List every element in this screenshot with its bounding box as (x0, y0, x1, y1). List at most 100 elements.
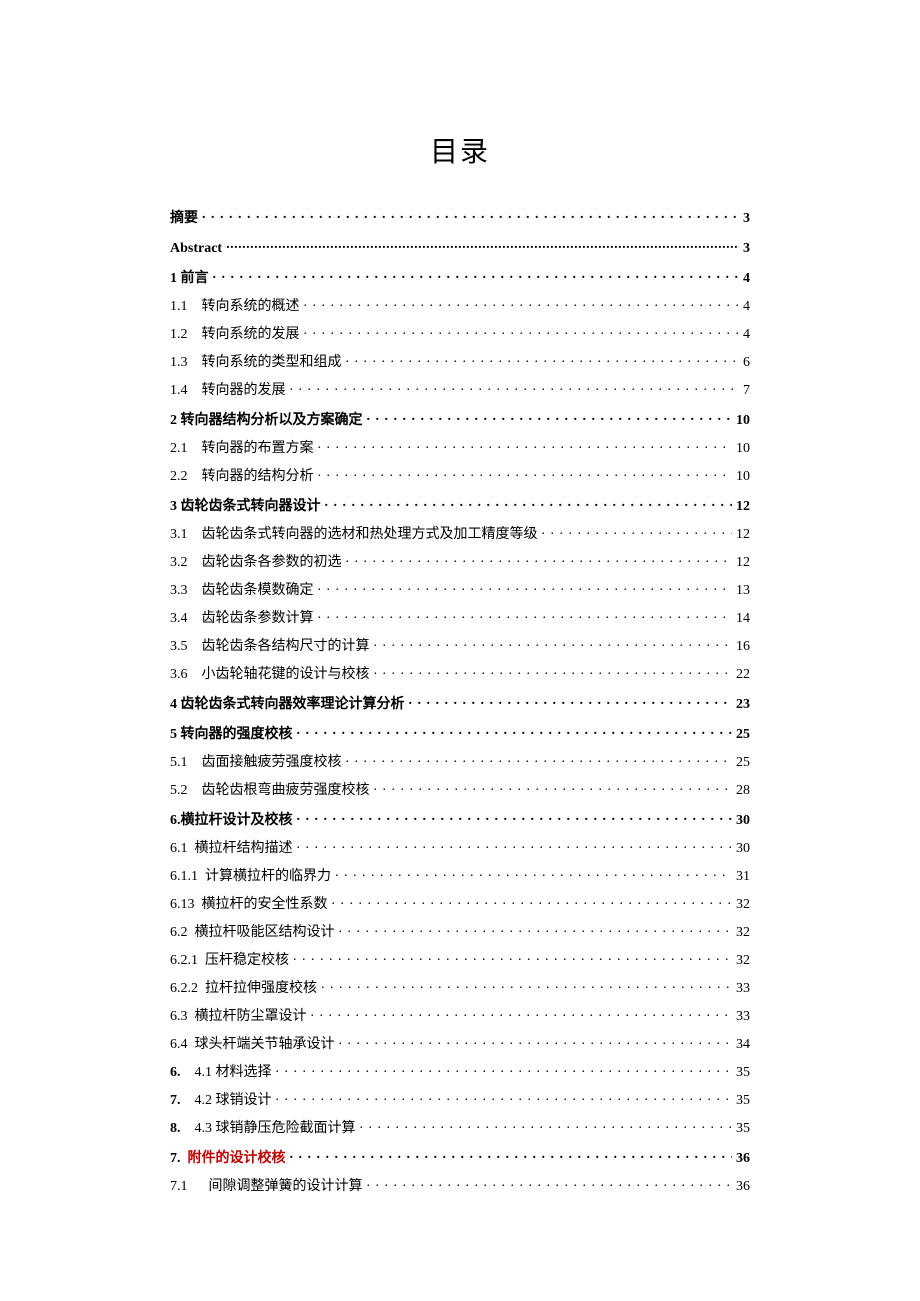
toc-entry-gap (181, 1094, 195, 1108)
toc-entry: 7. 4.2 球销设计35 (170, 1090, 750, 1108)
toc-entry-gap (188, 584, 202, 598)
toc-leader-dots (367, 1176, 733, 1190)
toc-entry: 6.3 横拉杆防尘罩设计33 (170, 1006, 750, 1024)
toc-leader-dots (367, 410, 733, 424)
toc-entry-number: 6.13 (170, 898, 195, 912)
toc-entry-page: 7 (743, 384, 750, 398)
toc-entry-gap (181, 1122, 195, 1136)
toc-entry-label: 横拉杆结构描述 (195, 842, 293, 856)
toc-entry-gap (188, 640, 202, 654)
toc-leader-dots (304, 296, 740, 310)
toc-entry-label: 齿轮齿条参数计算 (202, 612, 314, 626)
toc-entry-page: 10 (736, 442, 750, 456)
toc-entry-gap (188, 1180, 209, 1194)
toc-leader-dots (290, 380, 740, 394)
toc-leader-dots (332, 894, 733, 908)
toc-entry: Abstract3 (170, 238, 750, 256)
toc-entry-number: 7.1 (170, 1180, 188, 1194)
toc-entry: 5 转向器的强度校核25 (170, 724, 750, 742)
toc-entry: 3.1 齿轮齿条式转向器的选材和热处理方式及加工精度等级 12 (170, 524, 750, 542)
toc-entry-number: 6.2.2 (170, 982, 198, 996)
toc-entry-page: 35 (736, 1094, 750, 1108)
toc-entry-page: 23 (736, 698, 750, 712)
toc-entry-number: 2.1 (170, 442, 188, 456)
toc-entry-gap (188, 328, 202, 342)
toc-leader-dots (297, 838, 733, 852)
toc-entry: 2 转向器结构分析以及方案确定10 (170, 410, 750, 428)
toc-entry-number: 6.4 (170, 1038, 188, 1052)
toc-entry-label: 转向系统的发展 (202, 328, 300, 342)
toc-entry-number: 3.3 (170, 584, 188, 598)
toc-entry-page: 33 (736, 982, 750, 996)
toc-entry-label: 6.横拉杆设计及校核 (170, 814, 293, 828)
toc-leader-dots (321, 978, 732, 992)
toc-entry-page: 4 (743, 328, 750, 342)
toc-entry-label: 转向系统的类型和组成 (202, 356, 342, 370)
toc-entry-label: 转向器的布置方案 (202, 442, 314, 456)
toc-entry-label: 摘要 (170, 212, 198, 226)
toc-entry-page: 4 (743, 272, 750, 286)
toc-entry-label: 4.2 球销设计 (195, 1094, 272, 1108)
toc-entry-page: 31 (736, 870, 750, 884)
toc-entry: 3 齿轮齿条式转向器设计12 (170, 496, 750, 514)
toc-entry: 5.1 齿面接触疲劳强度校核25 (170, 752, 750, 770)
toc-entry-label: 压杆稳定校核 (205, 954, 289, 968)
toc-entry-number: 8. (170, 1122, 181, 1136)
toc-entry-gap (188, 842, 195, 856)
toc-entry-number: 1.3 (170, 356, 188, 370)
toc-entry: 摘要3 (170, 208, 750, 226)
toc-entry-label: 转向器的发展 (202, 384, 286, 398)
toc-entry-label: 横拉杆的安全性系数 (202, 898, 328, 912)
toc-entry-number: 3.1 (170, 528, 188, 542)
toc-entry-gap (188, 756, 202, 770)
toc-entry: 3.5 齿轮齿条各结构尺寸的计算16 (170, 636, 750, 654)
toc-entry-page: 16 (736, 640, 750, 654)
toc-entry-label: 转向器的结构分析 (202, 470, 314, 484)
toc-entry-number: 3.6 (170, 668, 188, 682)
toc-entry: 1.4 转向器的发展7 (170, 380, 750, 398)
toc-entry-gap (195, 898, 202, 912)
toc-leader-dots (293, 950, 732, 964)
toc-entry-page: 32 (736, 954, 750, 968)
toc-entry: 8. 4.3 球销静压危险截面计算35 (170, 1118, 750, 1136)
toc-entry-gap (188, 556, 202, 570)
toc-entry: 6.13 横拉杆的安全性系数32 (170, 894, 750, 912)
toc-entry-page: 32 (736, 926, 750, 940)
toc-entry-label: Abstract (170, 242, 222, 256)
toc-entry: 6.1 横拉杆结构描述30 (170, 838, 750, 856)
toc-entry-label: 计算横拉杆的临界力 (205, 870, 331, 884)
toc-entry-number: 1.1 (170, 300, 188, 314)
toc-entry-page: 12 (736, 528, 750, 542)
toc-leader-dots (318, 608, 733, 622)
toc-entry-page: 36 (736, 1180, 750, 1194)
toc-entry: 4 齿轮齿条式转向器效率理论计算分析23 (170, 694, 750, 712)
toc-entry-label: 横拉杆防尘罩设计 (195, 1010, 307, 1024)
toc-entry: 7.1 间隙调整弹簧的设计计算36 (170, 1176, 750, 1194)
toc-leader-dots (339, 1034, 733, 1048)
toc-entry-page: 35 (736, 1066, 750, 1080)
toc-entry-label: 小齿轮轴花键的设计与校核 (202, 668, 370, 682)
toc-entry: 1.2 转向系统的发展 4 (170, 324, 750, 342)
toc-entry-number: 6. (170, 1066, 181, 1080)
toc-entry-page: 6 (743, 356, 750, 370)
toc-entry-number: 6.2 (170, 926, 188, 940)
toc-entry: 6.1.1 计算横拉杆的临界力31 (170, 866, 750, 884)
toc-entry-number: 6.2.1 (170, 954, 198, 968)
toc-leader-dots (202, 208, 739, 222)
toc-entry-gap (188, 384, 202, 398)
toc-entry-label: 2 转向器结构分析以及方案确定 (170, 414, 363, 428)
toc-leader-dots (360, 1118, 733, 1132)
toc-entry-number: 1.2 (170, 328, 188, 342)
toc-entry: 3.6 小齿轮轴花键的设计与校核22 (170, 664, 750, 682)
toc-entry-label: 齿轮齿条式转向器的选材和热处理方式及加工精度等级 (202, 528, 538, 542)
toc-entry: 6. 4.1 材料选择 35 (170, 1062, 750, 1080)
toc-leader-dots (297, 810, 733, 824)
toc-entry-gap (188, 612, 202, 626)
toc-entry-gap (188, 442, 202, 456)
toc-entry: 1 前言4 (170, 268, 750, 286)
toc-entry-number: 3.2 (170, 556, 188, 570)
toc-entry-label: 4.1 材料选择 (195, 1066, 272, 1080)
toc-entry-page: 30 (736, 842, 750, 856)
toc-entry-label: 4.3 球销静压危险截面计算 (195, 1122, 356, 1136)
toc-entry-label: 齿轮齿根弯曲疲劳强度校核 (202, 784, 370, 798)
